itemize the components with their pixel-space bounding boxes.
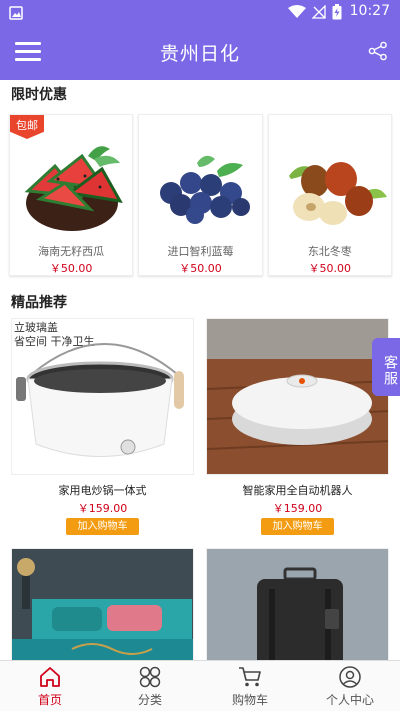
promo-item-name: 海南无籽西瓜 [38, 245, 105, 258]
promo-list: 包邮 海南无籽西瓜 ￥50.00 进口智利蓝莓 ￥50.00 东北冬枣 ￥50.… [0, 110, 400, 280]
tab-profile[interactable]: 个人中心 [300, 661, 400, 711]
page-title: 贵州日化 [159, 43, 240, 65]
robot-vacuum-image [206, 318, 389, 475]
image-caption: 立玻璃盖 [14, 320, 58, 334]
featured-grid: 立玻璃盖 省空间 干净卫生 家用电炒锅一体式 ￥159.00 加入购物车 智能家… [0, 318, 400, 660]
promo-item-price: ￥50.00 [49, 262, 93, 275]
promo-item-watermelon[interactable]: 包邮 海南无籽西瓜 ￥50.00 [9, 114, 134, 276]
product-name: 智能家用全自动机器人 [242, 484, 353, 497]
tab-category[interactable]: 分类 [100, 661, 200, 711]
customer-service-button[interactable]: 客服 [372, 338, 400, 396]
promo-item-price: ￥50.00 [308, 262, 352, 275]
status-time: 10:27 [349, 3, 390, 19]
category-icon [138, 666, 162, 692]
battery-charging-icon [332, 4, 342, 20]
promo-section-title: 限时优惠 [0, 80, 400, 110]
user-icon [338, 666, 362, 692]
tab-label: 分类 [137, 693, 162, 707]
promo-item-blueberry[interactable]: 进口智利蓝莓 ￥50.00 [138, 114, 263, 276]
main-content[interactable]: 限时优惠 包邮 海南无籽西瓜 ￥50.00 进口智利蓝莓 ￥50.00 东北冬枣… [0, 80, 400, 660]
status-bar: 10:27 [0, 0, 400, 24]
product-price: ￥159.00 [77, 502, 128, 515]
tab-cart[interactable]: 购物车 [200, 661, 300, 711]
image-notification-icon [9, 5, 23, 24]
product-price: ￥159.00 [272, 502, 323, 515]
bottom-tab-bar: 首页 分类 购物车 个人中心 [0, 660, 400, 711]
product-name: 家用电炒锅一体式 [58, 484, 147, 497]
featured-section-title: 精品推荐 [0, 288, 400, 318]
app-bar: 贵州日化 [0, 24, 400, 80]
add-to-cart-button[interactable]: 加入购物车 [66, 518, 139, 535]
tab-label: 购物车 [231, 693, 268, 707]
share-icon[interactable] [368, 41, 388, 65]
promo-item-price: ￥50.00 [179, 262, 222, 275]
home-icon [38, 666, 62, 692]
cart-icon [238, 666, 262, 692]
promo-item-name: 进口智利蓝莓 [167, 245, 234, 258]
bedding-image [11, 548, 194, 660]
tab-label: 首页 [37, 693, 62, 707]
tab-label: 个人中心 [325, 693, 374, 707]
electric-wok-image: 立玻璃盖 省空间 干净卫生 [11, 318, 194, 475]
promo-item-jujube[interactable]: 东北冬枣 ￥50.00 [267, 114, 392, 276]
promo-item-name: 东北冬枣 [307, 245, 352, 258]
jujube-image [288, 162, 387, 225]
blueberry-image [160, 155, 251, 224]
tab-home[interactable]: 首页 [0, 661, 100, 711]
luggage-image [206, 548, 389, 660]
add-to-cart-button[interactable]: 加入购物车 [261, 518, 334, 535]
wifi-icon [288, 5, 306, 18]
signal-off-icon [312, 5, 326, 19]
